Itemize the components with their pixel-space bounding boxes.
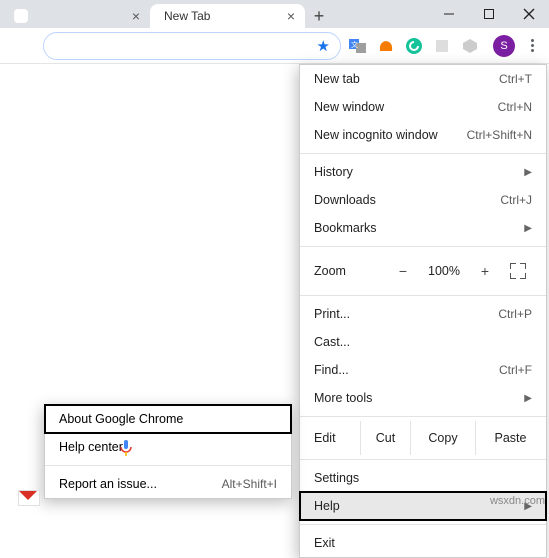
menu-item-history[interactable]: History ▶ <box>300 158 546 186</box>
window-titlebar: × New Tab × + <box>0 0 549 28</box>
menu-item-label: More tools <box>314 391 524 405</box>
window-minimize-button[interactable] <box>429 0 469 28</box>
tab-1-close-icon[interactable]: × <box>132 8 140 24</box>
window-close-button[interactable] <box>509 0 549 28</box>
help-submenu: About Google Chrome Help center Report a… <box>44 404 292 499</box>
menu-item-label: History <box>314 165 524 179</box>
submenu-item-help-center[interactable]: Help center <box>45 433 291 461</box>
extension-gray-icon-2[interactable] <box>461 37 479 55</box>
chrome-main-menu: New tab Ctrl+T New window Ctrl+N New inc… <box>299 64 547 558</box>
menu-item-shortcut: Alt+Shift+I <box>222 477 277 491</box>
menu-item-label: New window <box>314 100 498 114</box>
menu-separator <box>45 465 291 466</box>
menu-separator <box>300 153 546 154</box>
tab-2-label: New Tab <box>164 9 281 23</box>
avatar-letter: S <box>500 40 507 52</box>
browser-toolbar: ★ 文 S <box>0 28 549 64</box>
menu-item-label: Help center <box>59 440 277 454</box>
svg-text:文: 文 <box>351 40 358 49</box>
tab-1-favicon <box>14 9 28 23</box>
menu-item-label: Exit <box>314 536 532 550</box>
menu-item-label: Downloads <box>314 193 500 207</box>
bookmark-star-icon[interactable]: ★ <box>317 37 330 55</box>
menu-item-cast[interactable]: Cast... <box>300 328 546 356</box>
kebab-icon <box>531 39 534 52</box>
tab-2-close-icon[interactable]: × <box>287 8 295 24</box>
menu-item-new-tab[interactable]: New tab Ctrl+T <box>300 65 546 93</box>
extension-orange-icon[interactable] <box>377 37 395 55</box>
menu-item-shortcut: Ctrl+Shift+N <box>467 128 532 142</box>
zoom-in-button[interactable]: + <box>472 263 498 279</box>
voice-search-icon[interactable] <box>116 438 136 458</box>
submenu-item-report-issue[interactable]: Report an issue... Alt+Shift+I <box>45 470 291 498</box>
menu-item-downloads[interactable]: Downloads Ctrl+J <box>300 186 546 214</box>
menu-item-print[interactable]: Print... Ctrl+P <box>300 300 546 328</box>
extension-gray-icon-1[interactable] <box>433 37 451 55</box>
menu-separator <box>300 246 546 247</box>
menu-item-settings[interactable]: Settings <box>300 464 546 492</box>
menu-item-shortcut: Ctrl+P <box>498 307 532 321</box>
chevron-right-icon: ▶ <box>524 223 532 234</box>
menu-item-bookmarks[interactable]: Bookmarks ▶ <box>300 214 546 242</box>
menu-item-shortcut: Ctrl+T <box>499 72 532 86</box>
menu-item-label: About Google Chrome <box>59 412 277 426</box>
menu-item-exit[interactable]: Exit <box>300 529 546 557</box>
menu-separator <box>300 459 546 460</box>
menu-item-shortcut: Ctrl+F <box>499 363 532 377</box>
menu-item-shortcut: Ctrl+N <box>498 100 532 114</box>
menu-item-new-window[interactable]: New window Ctrl+N <box>300 93 546 121</box>
menu-edit-row: Edit Cut Copy Paste <box>300 421 546 455</box>
menu-separator <box>300 524 546 525</box>
paste-button[interactable]: Paste <box>475 421 545 455</box>
gmail-icon[interactable] <box>18 490 40 506</box>
translate-extension-icon[interactable]: 文 <box>349 37 367 55</box>
plus-icon: + <box>314 6 325 27</box>
menu-item-label: New tab <box>314 72 499 86</box>
menu-item-label: Bookmarks <box>314 221 524 235</box>
cut-button[interactable]: Cut <box>360 421 410 455</box>
address-bar[interactable]: ★ <box>43 32 341 60</box>
window-controls <box>429 0 549 28</box>
menu-item-more-tools[interactable]: More tools ▶ <box>300 384 546 412</box>
chrome-menu-button[interactable] <box>521 35 543 57</box>
zoom-label: Zoom <box>314 264 384 278</box>
zoom-out-button[interactable]: − <box>390 263 416 279</box>
chevron-right-icon: ▶ <box>524 167 532 178</box>
submenu-item-about-chrome[interactable]: About Google Chrome <box>45 405 291 433</box>
edit-label: Edit <box>300 421 360 455</box>
menu-item-label: Report an issue... <box>59 477 222 491</box>
menu-item-find[interactable]: Find... Ctrl+F <box>300 356 546 384</box>
window-maximize-button[interactable] <box>469 0 509 28</box>
tab-1[interactable]: × <box>0 4 150 28</box>
menu-zoom-row: Zoom − 100% + <box>300 251 546 291</box>
menu-item-label: Find... <box>314 363 499 377</box>
fullscreen-icon[interactable] <box>510 263 526 279</box>
new-tab-button[interactable]: + <box>305 4 333 28</box>
grammarly-extension-icon[interactable] <box>405 37 423 55</box>
extension-icons: 文 <box>349 37 479 55</box>
menu-item-new-incognito[interactable]: New incognito window Ctrl+Shift+N <box>300 121 546 149</box>
menu-item-shortcut: Ctrl+J <box>500 193 532 207</box>
copy-button[interactable]: Copy <box>410 421 475 455</box>
menu-item-label: New incognito window <box>314 128 467 142</box>
menu-item-label: Settings <box>314 471 532 485</box>
menu-item-label: Print... <box>314 307 498 321</box>
tab-2-active[interactable]: New Tab × <box>150 4 305 28</box>
menu-separator <box>300 416 546 417</box>
chevron-right-icon: ▶ <box>524 393 532 404</box>
profile-avatar[interactable]: S <box>493 35 515 57</box>
menu-item-label: Cast... <box>314 335 532 349</box>
menu-separator <box>300 295 546 296</box>
watermark-text: wsxdn.com <box>490 495 545 507</box>
zoom-value: 100% <box>428 264 460 278</box>
